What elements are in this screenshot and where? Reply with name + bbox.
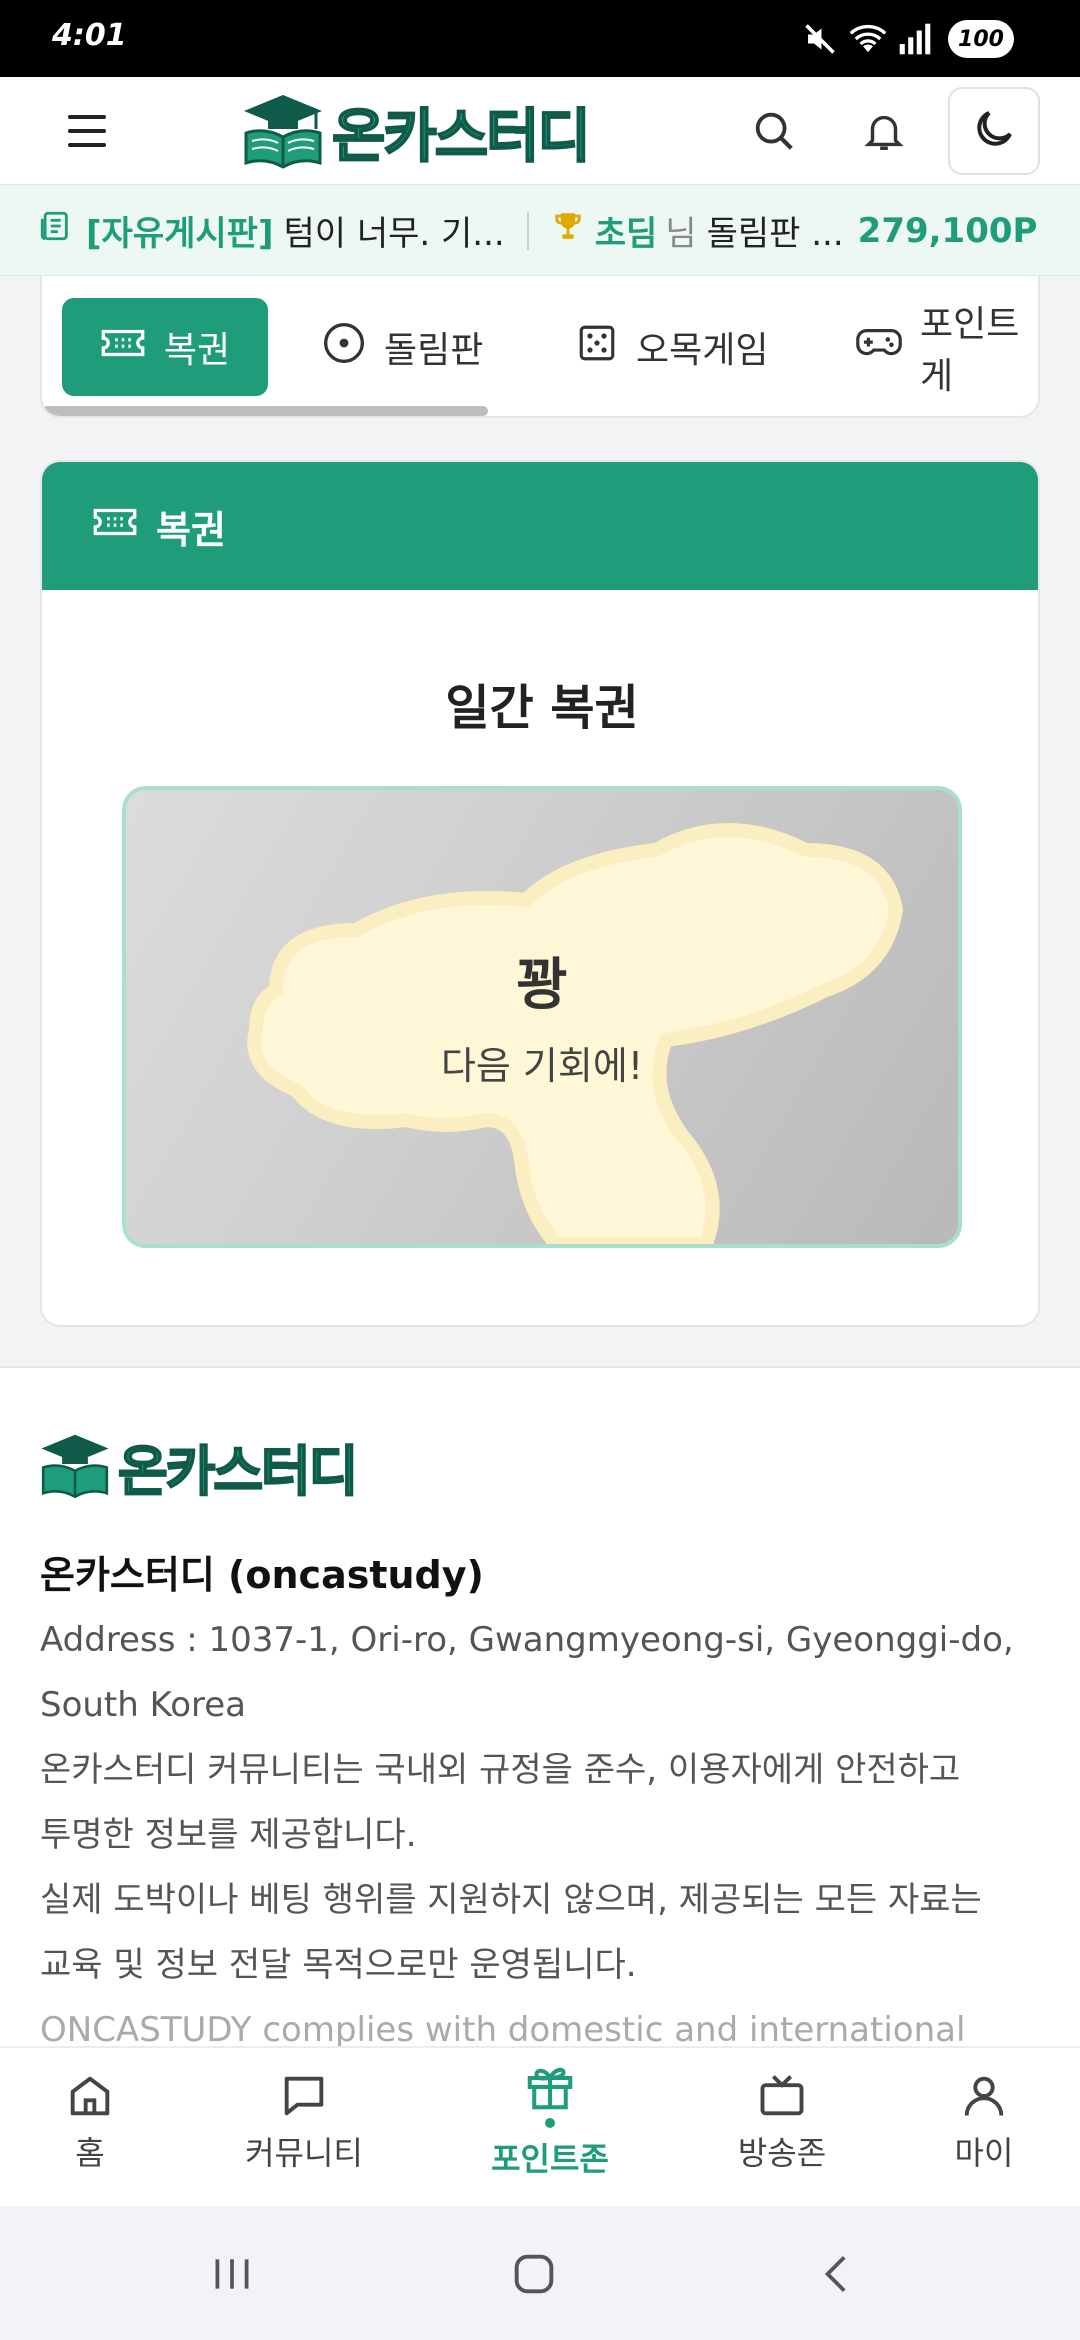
nav-label: 마이: [954, 2134, 1014, 2172]
ticker-board-text[interactable]: 텀이 너무. 기...: [283, 206, 504, 255]
signal-icon: [898, 22, 932, 56]
footer-line: 교육 및 정보 전달 목적으로만 운영됩니다.: [40, 1945, 637, 1985]
ticket-icon: [100, 326, 164, 369]
footer-company-name: 온카스터디 (oncastudy): [40, 1553, 484, 1597]
footer-line: Address : 1037-1, Ori-ro, Gwangmyeong-si…: [40, 1620, 1014, 1660]
graduation-book-icon: [38, 1429, 112, 1503]
nav-label: 홈: [75, 2134, 105, 2172]
tab-label: 오목게임: [636, 330, 769, 371]
status-bar: 4:01 100: [0, 0, 1080, 77]
footer-line: 투명한 정보를 제공합니다.: [40, 1815, 417, 1855]
active-indicator: [545, 2118, 555, 2128]
recent-apps-icon[interactable]: [202, 2244, 262, 2304]
roulette-icon: [322, 321, 384, 374]
moon-icon: [970, 105, 1018, 157]
chat-icon: [204, 2070, 404, 2122]
game-tabs: 복권 돌림판 오목게임 포인트 게: [40, 276, 1040, 418]
tab-label: 포인트 게: [920, 304, 1020, 397]
home-icon: [0, 2070, 190, 2122]
app-header: 온카스터디: [0, 77, 1080, 185]
site-logo[interactable]: 온카스터디: [240, 85, 640, 177]
ticker-rank: 초딤: [594, 214, 658, 254]
tab-label: 복권: [163, 330, 231, 371]
footer-info: Address : 1037-1, Ori-ro, Gwangmyeong-si…: [40, 1608, 1040, 2063]
footer-logo-text: 온카스터디: [117, 1439, 359, 1504]
lottery-header: 복권: [42, 462, 1038, 590]
ticker-event-text[interactable]: 돌림판 ...: [707, 206, 844, 255]
footer-line: 온카스터디 커뮤니티는 국내외 규정을 준수, 이용자에게 안전하고: [40, 1750, 961, 1790]
gamepad-icon: [856, 323, 920, 372]
tab-roulette[interactable]: 돌림판: [322, 298, 483, 396]
nav-community[interactable]: 커뮤니티: [204, 2070, 404, 2174]
theme-toggle-button[interactable]: [948, 87, 1040, 175]
site-footer: 온카스터디 온카스터디 (oncastudy) Address : 1037-1…: [0, 1366, 1080, 2050]
tab-label: 돌림판: [384, 330, 484, 371]
battery-indicator: 100: [948, 20, 1014, 58]
lottery-result-message: 다음 기회에!: [440, 1044, 644, 1088]
footer-line: South Korea: [40, 1685, 247, 1725]
dice-icon: [576, 322, 636, 373]
back-icon[interactable]: [808, 2244, 868, 2304]
mute-icon: [802, 21, 838, 57]
hamburger-icon[interactable]: [62, 107, 114, 155]
lottery-card: 복권 일간 복권 꽝 다음 기회에!: [40, 460, 1040, 1327]
graduation-book-icon: [240, 89, 326, 173]
nav-label: 커뮤니티: [245, 2134, 363, 2172]
tab-omok[interactable]: 오목게임: [576, 298, 768, 396]
news-ticker: [자유게시판] 텀이 너무. 기... 초딤 님 돌림판 ... 279,100…: [0, 186, 1080, 276]
ticker-divider: [526, 211, 529, 250]
status-time: 4:01: [52, 18, 127, 53]
ticker-honorific: 님: [665, 214, 697, 254]
nav-label: 포인트존: [491, 2140, 609, 2178]
footer-line: 실제 도박이나 베팅 행위를 지원하지 않으며, 제공되는 모든 자료는: [40, 1880, 982, 1920]
system-navigation: [0, 2206, 1080, 2340]
nav-label: 방송존: [737, 2134, 827, 2172]
board-icon: [38, 209, 72, 252]
nav-home[interactable]: 홈: [0, 2070, 190, 2174]
ticker-points: 279,100P: [857, 210, 1038, 251]
trophy-icon: [551, 209, 585, 252]
lottery-header-label: 복권: [156, 507, 226, 552]
status-icons: 100: [802, 18, 1014, 60]
tab-point-game[interactable]: 포인트 게: [856, 298, 1038, 397]
logo-text: 온카스터디: [331, 101, 592, 171]
ticket-icon: [92, 504, 156, 548]
scratch-card[interactable]: 꽝 다음 기회에!: [122, 786, 962, 1248]
footer-logo[interactable]: 온카스터디: [38, 1424, 359, 1508]
nav-point-zone[interactable]: 포인트존: [450, 2060, 650, 2180]
gift-icon: [450, 2060, 650, 2114]
nav-broadcast[interactable]: 방송존: [682, 2070, 882, 2174]
home-button-icon[interactable]: [504, 2244, 564, 2304]
lottery-title: 일간 복권: [445, 680, 639, 736]
search-icon[interactable]: [748, 105, 800, 157]
bottom-navigation: 홈 커뮤니티 포인트존 방송존 마이: [0, 2046, 1080, 2206]
bell-icon[interactable]: [858, 105, 910, 157]
wifi-icon: [848, 21, 888, 57]
user-icon: [884, 2070, 1080, 2122]
tv-icon: [682, 2070, 882, 2122]
tab-lottery[interactable]: 복권: [62, 298, 268, 396]
ticker-board-tag[interactable]: [자유게시판]: [86, 206, 273, 255]
tab-scrollbar[interactable]: [42, 406, 488, 416]
nav-my[interactable]: 마이: [884, 2070, 1080, 2174]
lottery-result: 꽝: [516, 953, 568, 1018]
